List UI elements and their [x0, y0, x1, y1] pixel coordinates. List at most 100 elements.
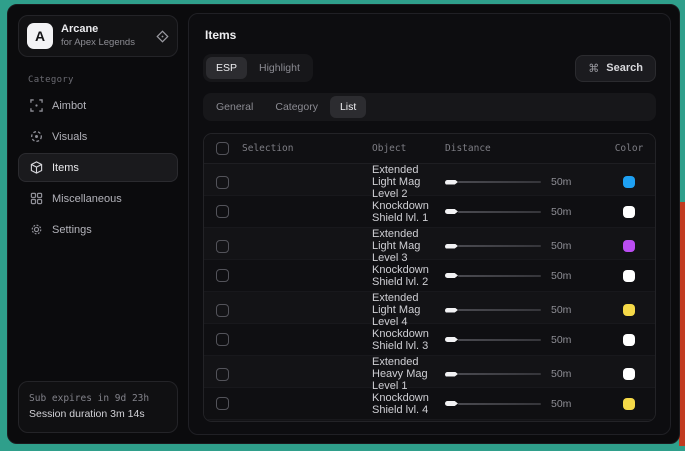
sidebar-item-label: Visuals: [52, 131, 87, 143]
slider-thumb[interactable]: [445, 337, 458, 342]
sidebar-item-items[interactable]: Items: [18, 153, 178, 182]
row-checkbox[interactable]: [216, 333, 229, 346]
row-checkbox[interactable]: [216, 397, 229, 410]
table-row: Extended Light Mag Level 3 50m: [204, 228, 655, 260]
distance-value: 50m: [551, 368, 571, 380]
object-name: Knockdown Shield lvl. 4: [372, 392, 445, 416]
package-icon: [29, 161, 43, 174]
distance-slider[interactable]: [445, 372, 541, 377]
slider-track: [458, 181, 541, 183]
slider-track: [458, 373, 541, 375]
object-name: Knockdown Shield lvl. 1: [372, 200, 445, 224]
gear-icon: [29, 223, 43, 236]
slider-thumb[interactable]: [445, 308, 458, 313]
distance-slider[interactable]: [445, 209, 541, 214]
tab-list[interactable]: List: [330, 96, 366, 118]
distance-slider[interactable]: [445, 180, 541, 185]
distance-cell: 50m: [445, 398, 603, 410]
table-header-row: Selection Object Distance Color: [204, 134, 655, 164]
sidebar-nav: Aimbot Visuals Items: [18, 91, 178, 244]
table-row: Knockdown Shield lvl. 1 50m: [204, 196, 655, 228]
color-swatch[interactable]: [623, 240, 635, 252]
mode-tabs: ESP Highlight: [203, 54, 313, 82]
slider-thumb[interactable]: [445, 273, 458, 278]
distance-slider[interactable]: [445, 337, 541, 342]
distance-slider[interactable]: [445, 401, 541, 406]
slider-track: [458, 339, 541, 341]
brand-text: Arcane for Apex Legends: [61, 23, 148, 49]
slider-thumb[interactable]: [445, 372, 458, 377]
session-duration-text: Session duration 3m 14s: [29, 406, 167, 423]
color-swatch[interactable]: [623, 176, 635, 188]
view-tabs: General Category List: [203, 93, 656, 121]
distance-cell: 50m: [445, 334, 603, 346]
object-name: Knockdown Shield lvl. 3: [372, 328, 445, 352]
table-row: Extended Light Mag Level 4 50m: [204, 292, 655, 324]
sidebar-item-label: Miscellaneous: [52, 193, 122, 205]
distance-cell: 50m: [445, 304, 603, 316]
color-swatch[interactable]: [623, 206, 635, 218]
distance-value: 50m: [551, 240, 571, 252]
sidebar-item-label: Aimbot: [52, 100, 86, 112]
color-swatch[interactable]: [623, 304, 635, 316]
distance-cell: 50m: [445, 206, 603, 218]
distance-cell: 50m: [445, 270, 603, 282]
distance-value: 50m: [551, 270, 571, 282]
table-row: Backpack lvl. 1 50m: [204, 420, 655, 422]
row-checkbox[interactable]: [216, 176, 229, 189]
row-checkbox[interactable]: [216, 368, 229, 381]
table-row: Extended Heavy Mag Level 1 50m: [204, 356, 655, 388]
distance-cell: 50m: [445, 368, 603, 380]
slider-thumb[interactable]: [445, 180, 458, 185]
sidebar-item-visuals[interactable]: Visuals: [18, 122, 178, 151]
row-checkbox[interactable]: [216, 304, 229, 317]
slider-thumb[interactable]: [445, 244, 458, 249]
app-title: Arcane: [61, 23, 148, 37]
sidebar-item-miscellaneous[interactable]: Miscellaneous: [18, 184, 178, 213]
object-name: Extended Heavy Mag Level 1: [372, 356, 445, 392]
slider-track: [458, 309, 541, 311]
sidebar-item-aimbot[interactable]: Aimbot: [18, 91, 178, 120]
object-name: Extended Light Mag Level 2: [372, 164, 445, 200]
column-header-selection: Selection: [242, 143, 372, 154]
subscription-info-card: Sub expires in 9d 23h Session duration 3…: [18, 381, 178, 433]
column-header-object: Object: [372, 143, 445, 154]
row-checkbox[interactable]: [216, 240, 229, 253]
slider-thumb[interactable]: [445, 209, 458, 214]
distance-slider[interactable]: [445, 273, 541, 278]
sidebar-item-label: Items: [52, 162, 79, 174]
search-button[interactable]: ⌘ Search: [575, 55, 656, 82]
distance-value: 50m: [551, 304, 571, 316]
tab-general[interactable]: General: [206, 96, 263, 118]
object-name: Extended Light Mag Level 4: [372, 292, 445, 328]
items-table: Selection Object Distance Color Extended…: [203, 133, 656, 422]
distance-slider[interactable]: [445, 244, 541, 249]
app-subtitle: for Apex Legends: [61, 37, 148, 49]
tab-category[interactable]: Category: [265, 96, 328, 118]
distance-cell: 50m: [445, 176, 603, 188]
diamond-icon[interactable]: [156, 30, 169, 43]
command-icon: ⌘: [588, 62, 599, 75]
sub-expires-text: Sub expires in 9d 23h: [29, 391, 167, 406]
distance-value: 50m: [551, 334, 571, 346]
color-swatch[interactable]: [623, 270, 635, 282]
color-swatch[interactable]: [623, 334, 635, 346]
category-section-label: Category: [28, 75, 178, 85]
color-swatch[interactable]: [623, 368, 635, 380]
distance-slider[interactable]: [445, 308, 541, 313]
slider-track: [458, 275, 541, 277]
tab-esp[interactable]: ESP: [206, 57, 247, 79]
column-header-distance: Distance: [445, 143, 603, 154]
select-all-checkbox[interactable]: [216, 142, 229, 155]
table-row: Knockdown Shield lvl. 2 50m: [204, 260, 655, 292]
sidebar-item-settings[interactable]: Settings: [18, 215, 178, 244]
slider-thumb[interactable]: [445, 401, 458, 406]
row-checkbox[interactable]: [216, 205, 229, 218]
tab-highlight[interactable]: Highlight: [249, 57, 310, 79]
focus-icon: [29, 130, 43, 143]
toolbar: ESP Highlight ⌘ Search: [203, 54, 656, 82]
search-button-label: Search: [606, 62, 643, 74]
row-checkbox[interactable]: [216, 269, 229, 282]
color-swatch[interactable]: [623, 398, 635, 410]
table-row: Knockdown Shield lvl. 3 50m: [204, 324, 655, 356]
